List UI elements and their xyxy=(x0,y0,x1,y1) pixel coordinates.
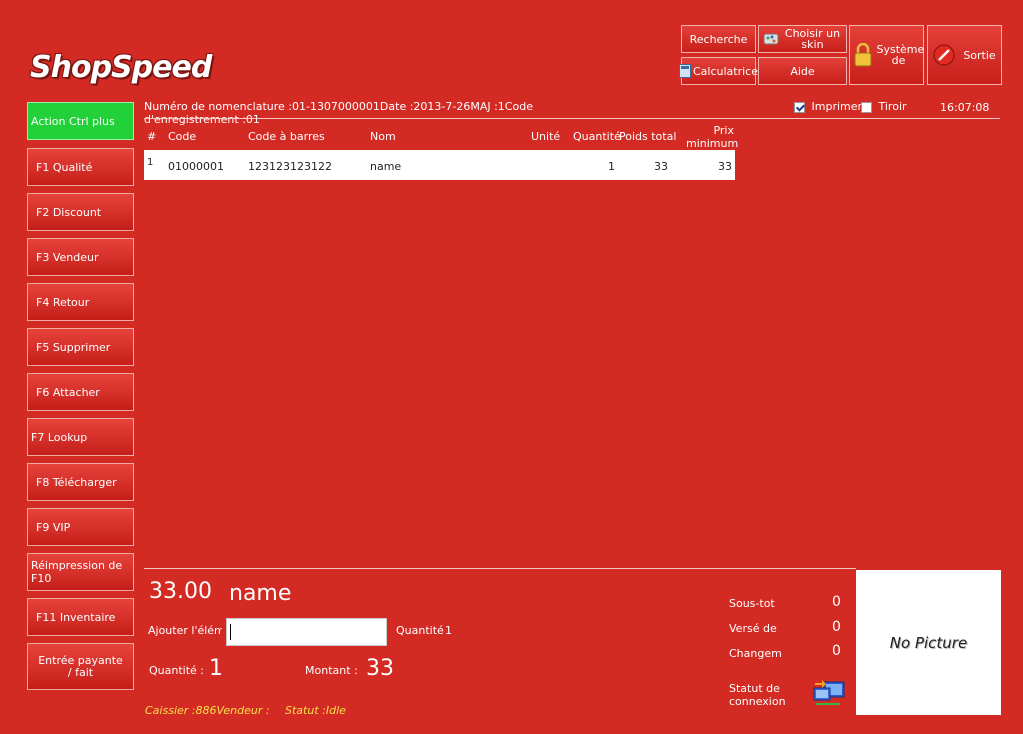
recherche-button[interactable]: Recherche xyxy=(681,25,756,53)
sous-total-label: Sous-tota xyxy=(729,597,775,610)
aide-button[interactable]: Aide xyxy=(758,57,847,85)
receipt-info: Numéro de nomenclature :01-1307000001Dat… xyxy=(144,100,533,126)
cell-quantite: 1 xyxy=(608,160,615,173)
exit-icon xyxy=(933,44,955,66)
quantite-label: Quantité : xyxy=(149,664,204,677)
button-label: F7 Lookup xyxy=(31,430,88,444)
button-label: F5 Supprimer xyxy=(36,340,111,354)
quantite-value: 1 xyxy=(209,656,223,681)
clock: 16:07:08 xyxy=(940,101,990,114)
no-picture-text: No Picture xyxy=(889,633,968,652)
quantite-small-label: Quantité xyxy=(396,624,444,637)
palette-icon xyxy=(763,33,778,45)
cell-barcode: 123123123122 xyxy=(248,160,332,173)
calculatrice-button[interactable]: Calculatrice xyxy=(679,57,759,85)
button-label: F6 Attacher xyxy=(36,385,100,399)
col-unite: Unité xyxy=(531,130,561,143)
f6-attacher-button[interactable]: F6 Attacher xyxy=(27,373,134,411)
product-picture: No Picture xyxy=(856,570,1001,715)
quantite-small-value: 1 xyxy=(445,624,452,637)
tiroir-label: Tiroir xyxy=(878,100,907,113)
verse-label: Versé de xyxy=(729,622,777,635)
f9-vip-button[interactable]: F9 VIP xyxy=(27,508,134,546)
choisir-skin-label: Choisir un skin xyxy=(784,27,841,51)
imprimer-checkbox[interactable]: Imprimer xyxy=(794,100,862,113)
col-prix: Prix minimum xyxy=(686,124,739,150)
ajouter-label: Ajouter l'élémer xyxy=(148,624,222,637)
entree-payante-button[interactable]: Entrée payante / fait xyxy=(27,643,134,690)
caissier-info: Caissier :886Vendeur : xyxy=(145,704,270,717)
divider xyxy=(144,118,1000,119)
lock-icon xyxy=(854,43,871,67)
checkbox-unchecked-icon xyxy=(861,101,872,113)
col-quantite: Quantité xyxy=(573,130,621,143)
aide-label: Aide xyxy=(790,64,815,78)
f3-vendeur-button[interactable]: F3 Vendeur xyxy=(27,238,134,276)
button-label: F2 Discount xyxy=(36,205,102,219)
app-logo: ShopSpeed xyxy=(30,50,212,85)
col-nom: Nom xyxy=(370,130,396,143)
table-row[interactable]: 1 01000001 123123123122 name 1 33 33 xyxy=(144,150,735,180)
button-label: F4 Retour xyxy=(36,295,90,309)
verse-value: 0 xyxy=(832,619,841,635)
f11-inventaire-button[interactable]: F11 Inventaire xyxy=(27,598,134,636)
cell-code: 01000001 xyxy=(168,160,224,173)
sortie-button[interactable]: Sortie xyxy=(927,25,1002,85)
network-connection-icon xyxy=(813,680,845,705)
add-item-input[interactable] xyxy=(226,618,387,646)
calculator-icon xyxy=(679,64,691,78)
col-code: Code xyxy=(168,130,197,143)
cell-prix: 33 xyxy=(718,160,732,173)
imprimer-label: Imprimer xyxy=(811,100,863,113)
systeme-label: Système de xyxy=(876,43,925,67)
montant-value: 33 xyxy=(366,656,394,681)
col-poids: Poids total xyxy=(619,130,677,143)
sous-total-value: 0 xyxy=(832,594,841,610)
change-label: Changem xyxy=(729,647,782,660)
status-text: Statut :Idle xyxy=(285,704,346,717)
divider xyxy=(144,568,856,569)
cell-nom: name xyxy=(370,160,402,173)
calculatrice-label: Calculatrice xyxy=(693,64,759,78)
f7-lookup-button[interactable]: F7 Lookup xyxy=(27,418,134,456)
f8-telecharger-button[interactable]: F8 Télécharger xyxy=(27,463,134,501)
text-cursor xyxy=(230,624,231,640)
f5-supprimer-button[interactable]: F5 Supprimer xyxy=(27,328,134,366)
button-label: F1 Qualité xyxy=(36,160,93,174)
action-ctrl-plus-button[interactable]: Action Ctrl plus xyxy=(27,102,134,140)
button-label: F11 Inventaire xyxy=(36,610,116,624)
recherche-label: Recherche xyxy=(689,32,748,46)
choisir-skin-button[interactable]: Choisir un skin xyxy=(758,25,847,53)
button-label: Réimpression de F10 xyxy=(31,559,123,585)
f10-reimpression-button[interactable]: Réimpression de F10 xyxy=(27,553,134,591)
sortie-label: Sortie xyxy=(963,48,996,62)
button-label: F9 VIP xyxy=(36,520,71,534)
tiroir-checkbox[interactable]: Tiroir xyxy=(861,100,907,113)
button-label: Action Ctrl plus xyxy=(31,114,115,128)
montant-label: Montant : xyxy=(305,664,358,677)
f4-retour-button[interactable]: F4 Retour xyxy=(27,283,134,321)
cell-num: 1 xyxy=(147,157,154,168)
cell-poids: 33 xyxy=(654,160,668,173)
f1-qualite-button[interactable]: F1 Qualité xyxy=(27,148,134,186)
button-label: Entrée payante / fait xyxy=(38,653,123,679)
button-label: F8 Télécharger xyxy=(36,475,117,489)
statut-connexion-label: Statut de connexion xyxy=(729,682,786,708)
col-barcode: Code à barres xyxy=(248,130,325,143)
checkbox-checked-icon xyxy=(794,101,805,113)
systeme-button[interactable]: Système de xyxy=(849,25,924,85)
col-num: # xyxy=(147,130,157,143)
current-price: 33.00 xyxy=(149,579,212,604)
change-value: 0 xyxy=(832,643,841,659)
button-label: F3 Vendeur xyxy=(36,250,99,264)
f2-discount-button[interactable]: F2 Discount xyxy=(27,193,134,231)
current-item-name: name xyxy=(229,581,292,606)
